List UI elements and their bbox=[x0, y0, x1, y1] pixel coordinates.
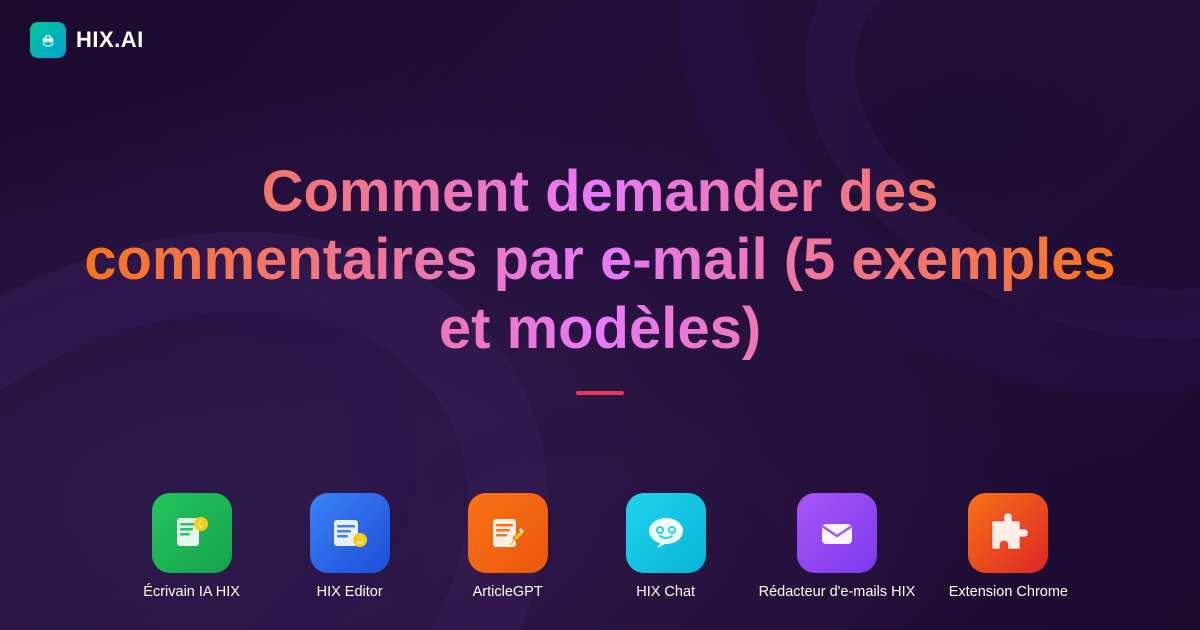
feature-label-hixchat: HIX Chat bbox=[636, 583, 695, 602]
main-title: Comment demander des commentaires par e-… bbox=[80, 158, 1120, 363]
section-divider bbox=[576, 391, 624, 395]
feature-item-articlegpt: ArticleGPT bbox=[443, 493, 573, 602]
logo-text: HIX.AI bbox=[76, 27, 144, 53]
title-section: Comment demander des commentaires par e-… bbox=[0, 60, 1200, 493]
feature-item-emailwriter: Rédacteur d'e-mails HIX bbox=[759, 493, 916, 602]
logo-icon bbox=[30, 22, 66, 58]
feature-label-ecrivain: Écrivain IA HIX bbox=[143, 583, 240, 602]
feature-label-extension: Extension Chrome bbox=[949, 583, 1068, 602]
feature-icon-editor bbox=[310, 493, 390, 573]
feature-label-articlegpt: ArticleGPT bbox=[473, 583, 543, 602]
feature-item-editor: HIX Editor bbox=[285, 493, 415, 602]
feature-icon-extension bbox=[968, 493, 1048, 573]
feature-label-editor: HIX Editor bbox=[317, 583, 383, 602]
feature-icon-articlegpt bbox=[468, 493, 548, 573]
feature-item-ecrivain: Écrivain IA HIX bbox=[127, 493, 257, 602]
feature-label-emailwriter: Rédacteur d'e-mails HIX bbox=[759, 583, 916, 602]
features-row: Écrivain IA HIX HIX Editor bbox=[0, 493, 1200, 630]
feature-icon-hixchat bbox=[626, 493, 706, 573]
feature-icon-emailwriter bbox=[797, 493, 877, 573]
feature-item-hixchat: HIX Chat bbox=[601, 493, 731, 602]
feature-icon-ecrivain bbox=[152, 493, 232, 573]
feature-item-extension: Extension Chrome bbox=[943, 493, 1073, 602]
